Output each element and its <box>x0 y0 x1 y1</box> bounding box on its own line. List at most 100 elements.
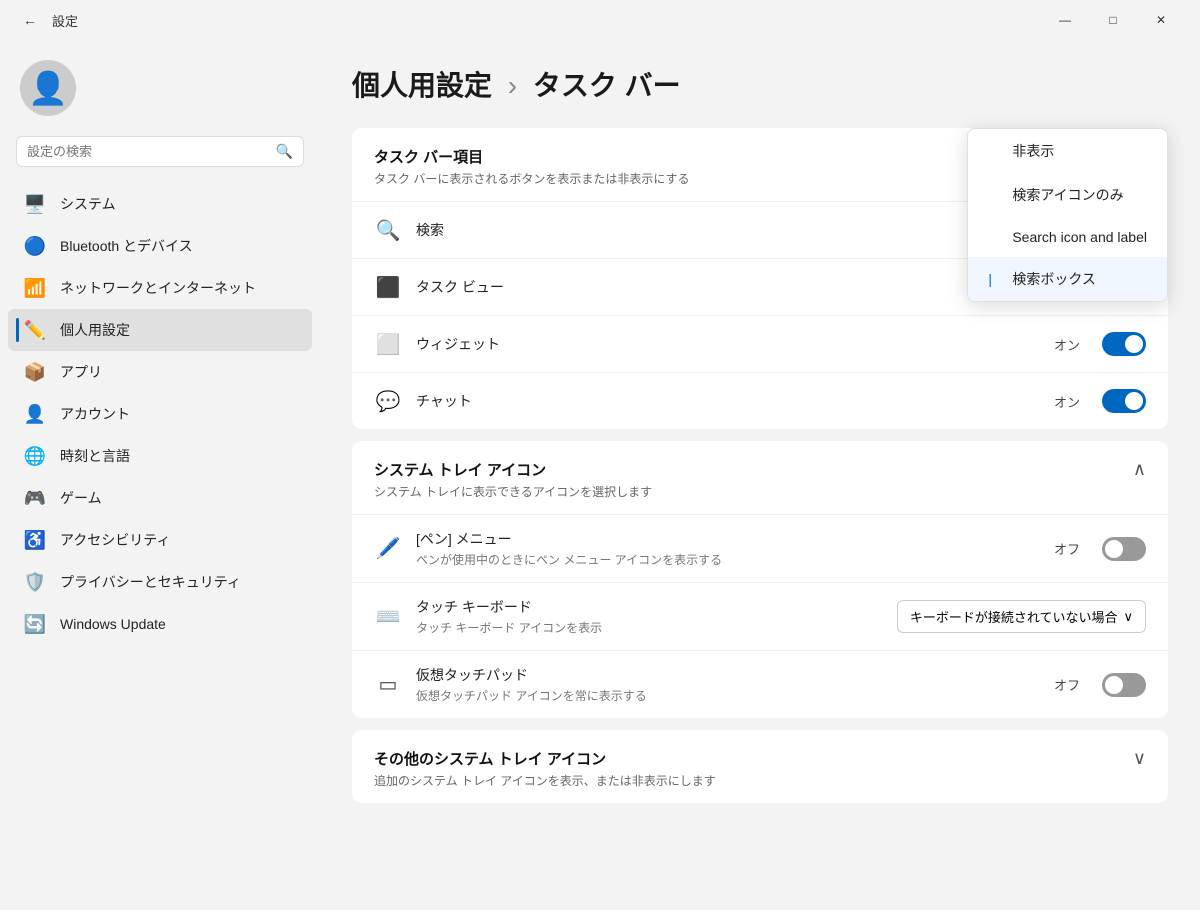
toggle-pen-menu[interactable] <box>1102 537 1146 561</box>
section-system-tray: システム トレイ アイコン システム トレイに表示できるアイコンを選択します ∧… <box>352 441 1168 718</box>
dropdown-touch-keyboard[interactable]: キーボードが接続されていない場合 ∨ <box>897 600 1146 633</box>
content-area: 👤 🔍 🖥️ システム 🔵 Bluetooth とデバイス 📶 ネットワークとイ… <box>0 40 1200 910</box>
toggle-knob-pen-menu <box>1105 540 1123 558</box>
minimize-button[interactable]: — <box>1042 4 1088 36</box>
search-input[interactable] <box>27 144 272 159</box>
setting-sublabel-pen-menu: ペンが使用中のときにペン メニュー アイコンを表示する <box>416 551 1040 568</box>
toggle-chat[interactable] <box>1102 389 1146 413</box>
nav-icon-gaming: 🎮 <box>24 487 46 509</box>
check-icon: | <box>988 271 1004 287</box>
sidebar-item-accounts[interactable]: 👤 アカウント <box>8 393 312 435</box>
setting-label-taskview: タスク ビュー <box>416 277 1040 297</box>
setting-label-block-touch-keyboard: タッチ キーボード タッチ キーボード アイコンを表示 <box>416 597 883 636</box>
setting-icon-pen-menu: 🖊️ <box>374 535 402 563</box>
titlebar: ← 設定 — □ ✕ <box>0 0 1200 40</box>
section-title-block-taskbar-items: タスク バー項目 タスク バーに表示されるボタンを表示または非表示にする <box>374 146 689 187</box>
dropdown-option[interactable]: Search icon and label <box>968 217 1167 257</box>
status-label-widgets: オン <box>1054 335 1080 354</box>
section-header-other-tray[interactable]: その他のシステム トレイ アイコン 追加のシステム トレイ アイコンを表示、また… <box>352 730 1168 803</box>
nav-icon-accessibility: ♿ <box>24 529 46 551</box>
section-title-block-system-tray: システム トレイ アイコン システム トレイに表示できるアイコンを選択します <box>374 459 652 500</box>
nav-label-network: ネットワークとインターネット <box>60 278 256 298</box>
setting-row-virtual-touchpad: ▭ 仮想タッチパッド 仮想タッチパッド アイコンを常に表示する オフ <box>352 650 1168 718</box>
breadcrumb-separator: › <box>508 70 517 101</box>
search-box[interactable]: 🔍 <box>16 136 304 167</box>
setting-icon-search: 🔍 <box>374 216 402 244</box>
section-title-block-other-tray: その他のシステム トレイ アイコン 追加のシステム トレイ アイコンを表示、また… <box>374 748 716 789</box>
toggle-knob-chat <box>1125 392 1143 410</box>
page-header: 個人用設定 › タスク バー <box>352 64 1168 104</box>
sidebar-item-gaming[interactable]: 🎮 ゲーム <box>8 477 312 519</box>
section-title-other-tray: その他のシステム トレイ アイコン <box>374 748 716 769</box>
setting-row-chat: 💬 チャット オン <box>352 372 1168 429</box>
nav-label-windowsupdate: Windows Update <box>60 616 166 632</box>
main-content: 個人用設定 › タスク バー タスク バー項目 タスク バーに表示されるボタンを… <box>320 40 1200 910</box>
nav-icon-personalization: ✏️ <box>24 319 46 341</box>
breadcrumb-parent[interactable]: 個人用設定 <box>352 70 492 101</box>
setting-label-block-pen-menu: [ペン] メニュー ペンが使用中のときにペン メニュー アイコンを表示する <box>416 529 1040 568</box>
avatar-icon: 👤 <box>28 69 68 107</box>
sidebar-item-privacy[interactable]: 🛡️ プライバシーとセキュリティ <box>8 561 312 603</box>
nav-icon-bluetooth: 🔵 <box>24 235 46 257</box>
dropdown-option-label: 検索ボックス <box>1012 269 1096 289</box>
avatar: 👤 <box>20 60 76 116</box>
dropdown-value-touch-keyboard: キーボードが接続されていない場合 <box>910 607 1118 626</box>
nav-label-system: システム <box>60 194 116 214</box>
sidebar-item-time[interactable]: 🌐 時刻と言語 <box>8 435 312 477</box>
sidebar-item-accessibility[interactable]: ♿ アクセシビリティ <box>8 519 312 561</box>
section-other-tray: その他のシステム トレイ アイコン 追加のシステム トレイ アイコンを表示、また… <box>352 730 1168 803</box>
settings-window: ← 設定 — □ ✕ 👤 🔍 🖥️ システム 🔵 Bluetooth とデバイス… <box>0 0 1200 910</box>
dropdown-option[interactable]: 非表示 <box>968 129 1167 173</box>
section-desc-system-tray: システム トレイに表示できるアイコンを選択します <box>374 483 652 500</box>
sidebar-item-windowsupdate[interactable]: 🔄 Windows Update <box>8 603 312 645</box>
section-chevron-system-tray: ∧ <box>1133 459 1146 480</box>
toggle-widgets[interactable] <box>1102 332 1146 356</box>
status-label-chat: オン <box>1054 392 1080 411</box>
setting-label-virtual-touchpad: 仮想タッチパッド <box>416 665 1040 685</box>
toggle-knob-virtual-touchpad <box>1105 676 1123 694</box>
back-button[interactable]: ← <box>16 6 44 34</box>
nav-label-accessibility: アクセシビリティ <box>60 530 170 550</box>
nav-icon-time: 🌐 <box>24 445 46 467</box>
maximize-button[interactable]: □ <box>1090 4 1136 36</box>
dropdown-option[interactable]: 検索アイコンのみ <box>968 173 1167 217</box>
toggle-knob-widgets <box>1125 335 1143 353</box>
dropdown-option-label: 非表示 <box>1012 141 1054 161</box>
dropdown-option[interactable]: | 検索ボックス <box>968 257 1167 301</box>
section-desc-taskbar-items: タスク バーに表示されるボタンを表示または非表示にする <box>374 170 689 187</box>
sidebar-item-personalization[interactable]: ✏️ 個人用設定 <box>8 309 312 351</box>
nav-label-privacy: プライバシーとセキュリティ <box>60 572 241 592</box>
dropdown-arrow-touch-keyboard: ∨ <box>1123 609 1133 625</box>
toggle-virtual-touchpad[interactable] <box>1102 673 1146 697</box>
setting-label-block-widgets: ウィジェット <box>416 334 1040 354</box>
dropdown-option-label: 検索アイコンのみ <box>1012 185 1123 205</box>
setting-icon-touch-keyboard: ⌨️ <box>374 603 402 631</box>
nav-icon-network: 📶 <box>24 277 46 299</box>
search-icon: 🔍 <box>276 143 293 160</box>
nav-label-bluetooth: Bluetooth とデバイス <box>60 236 193 256</box>
search-dropdown-menu[interactable]: 非表示 検索アイコンのみ Search icon and label | 検索ボ… <box>967 128 1168 302</box>
sidebar-item-bluetooth[interactable]: 🔵 Bluetooth とデバイス <box>8 225 312 267</box>
setting-row-widgets: ⬜ ウィジェット オン <box>352 315 1168 372</box>
setting-icon-chat: 💬 <box>374 387 402 415</box>
window-controls: — □ ✕ <box>1042 4 1184 36</box>
sidebar-item-network[interactable]: 📶 ネットワークとインターネット <box>8 267 312 309</box>
status-label-pen-menu: オフ <box>1054 539 1080 558</box>
close-button[interactable]: ✕ <box>1138 4 1184 36</box>
nav-label-apps: アプリ <box>60 362 102 382</box>
dropdown-option-label: Search icon and label <box>1012 229 1147 245</box>
sidebar-item-system[interactable]: 🖥️ システム <box>8 183 312 225</box>
nav-label-gaming: ゲーム <box>60 488 102 508</box>
section-chevron-other-tray: ∨ <box>1133 748 1146 769</box>
nav-icon-apps: 📦 <box>24 361 46 383</box>
setting-label-block-taskview: タスク ビュー <box>416 277 1040 297</box>
setting-label-touch-keyboard: タッチ キーボード <box>416 597 883 617</box>
setting-label-widgets: ウィジェット <box>416 334 1040 354</box>
sidebar-item-apps[interactable]: 📦 アプリ <box>8 351 312 393</box>
setting-label-block-virtual-touchpad: 仮想タッチパッド 仮想タッチパッド アイコンを常に表示する <box>416 665 1040 704</box>
section-header-system-tray[interactable]: システム トレイ アイコン システム トレイに表示できるアイコンを選択します ∧ <box>352 441 1168 514</box>
sidebar: 👤 🔍 🖥️ システム 🔵 Bluetooth とデバイス 📶 ネットワークとイ… <box>0 40 320 910</box>
status-label-virtual-touchpad: オフ <box>1054 675 1080 694</box>
setting-label-chat: チャット <box>416 391 1040 411</box>
nav-icon-system: 🖥️ <box>24 193 46 215</box>
